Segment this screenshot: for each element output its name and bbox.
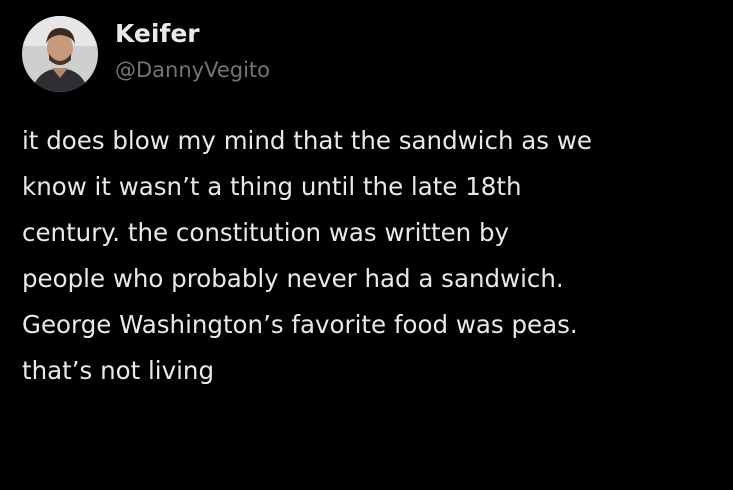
display-name[interactable]: Keifer bbox=[115, 19, 270, 49]
user-handle[interactable]: @DannyVegito bbox=[115, 55, 270, 85]
tweet-text: it does blow my mind that the sandwich a… bbox=[22, 126, 592, 385]
author-names: Keifer @DannyVegito bbox=[115, 19, 270, 85]
avatar[interactable] bbox=[22, 16, 98, 92]
profile-photo-icon bbox=[22, 16, 98, 92]
tweet-card: Keifer @DannyVegito it does blow my mind… bbox=[0, 0, 733, 490]
tweet-header: Keifer @DannyVegito bbox=[22, 14, 270, 94]
